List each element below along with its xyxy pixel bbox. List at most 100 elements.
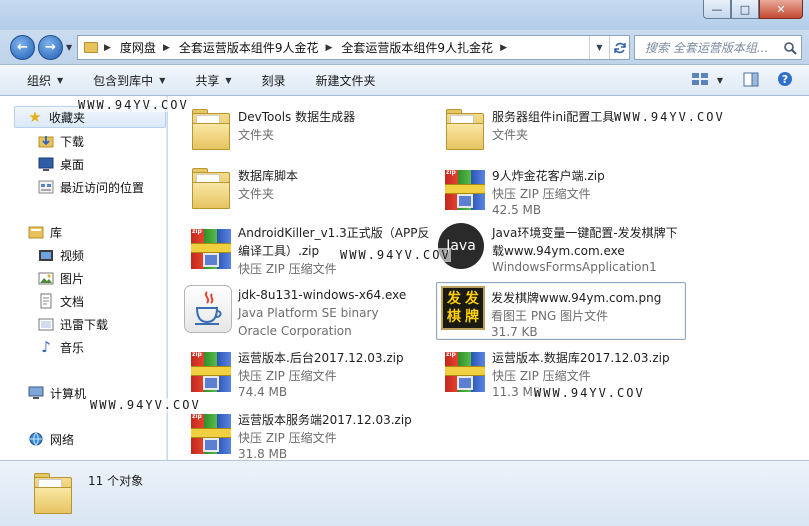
maximize-button[interactable]: □ [731,0,759,19]
chevron-right-icon[interactable]: ▶ [163,43,170,53]
chevron-right-icon[interactable]: ▶ [500,43,507,53]
address-bar-actions: ▼ [589,36,629,59]
search-input[interactable]: 搜索 全套运营版本组... [645,39,779,56]
address-bar[interactable]: ▶ 度网盘 ▶ 全套运营版本组件9人金花 ▶ 全套运营版本组件9人扎金花 ▶ ▼ [77,35,630,60]
new-folder-button[interactable]: 新建文件夹 [316,72,376,89]
file-type: 快压 ZIP 压缩文件 [238,369,337,383]
file-name: 发发棋牌www.94ym.com.png [491,291,662,305]
file-type: Java Platform SE binary [238,306,379,320]
computer-icon [28,385,44,401]
close-button[interactable]: ✕ [759,0,803,19]
chevron-down-icon: ▼ [716,76,723,85]
sidebar-item-desktop[interactable]: 桌面 [38,153,84,175]
forward-button[interactable]: → [38,35,63,60]
file-item[interactable]: Java Java环境变量一键配置-发发棋牌下 载www.94ym.com.exe… [438,220,688,278]
chevron-down-icon: ▼ [57,75,64,85]
sidebar-item-documents[interactable]: 文档 [38,290,84,312]
include-in-library-button[interactable]: 包含到库中 ▼ [93,72,165,89]
sidebar-item-thunder-downloads[interactable]: 迅雷下载 [38,313,108,335]
recent-pages-dropdown[interactable]: ▼ [66,43,72,52]
file-type: 文件夹 [238,128,275,142]
video-library-icon [38,247,54,263]
breadcrumb-root-chevron[interactable]: ▶ [104,43,120,53]
file-type: 快压 ZIP 压缩文件 [492,187,591,201]
watermark-text: WWW.94YV.COV [90,398,201,412]
chevron-right-icon[interactable]: ▶ [326,43,333,53]
watermark-text: WWW.94YV.COV [534,386,645,400]
folder-icon [186,107,234,155]
minimize-button[interactable]: — [703,0,731,19]
chevron-down-icon: ▼ [225,75,232,85]
sidebar-item-music[interactable]: ♪ 音乐 [38,336,84,358]
sidebar-item-downloads[interactable]: 下载 [38,130,84,152]
help-button[interactable]: ? [777,71,793,90]
file-type: 快压 ZIP 压缩文件 [492,369,591,383]
view-options-button[interactable] [691,71,709,90]
file-name: jdk-8u131-windows-x64.exe [238,288,407,302]
navigation-row: ← → ▼ ▶ 度网盘 ▶ 全套运营版本组件9人金花 ▶ 全套运营版本组件9人扎金花… [0,30,809,64]
file-item-selected[interactable]: 发发棋牌 发发棋牌www.94ym.com.png 看图王 PNG 图片文件 3… [436,282,686,340]
folder-icon [84,42,98,53]
sidebar-item-pictures[interactable]: 图片 [38,267,84,289]
watermark-text: WWW.94YV.COV [614,110,725,124]
help-icon: ? [778,72,792,86]
sidebar-item-libraries[interactable]: 库 [28,221,62,243]
file-size: 31.8 MB [238,447,288,461]
address-dropdown-button[interactable]: ▼ [589,36,609,59]
file-item[interactable]: DevTools 数据生成器 文件夹 [184,102,434,160]
breadcrumb-item[interactable]: 度网盘 ▶ [120,39,179,56]
file-item[interactable]: jdk-8u131-windows-x64.exe Java Platform … [184,282,434,340]
network-icon [28,431,44,447]
java-cup-icon [184,285,232,333]
share-button[interactable]: 共享 ▼ [195,72,231,89]
folder-icon [28,471,72,515]
sidebar-item-videos[interactable]: 视频 [38,244,84,266]
file-item[interactable]: zip 9人炸金花客户端.zip 快压 ZIP 压缩文件 42.5 MB [438,161,688,219]
file-name: 数据库脚本 [238,169,299,183]
sidebar-item-computer[interactable]: 计算机 [28,382,86,404]
zip-archive-icon: zip [186,348,234,396]
star-icon: ★ [28,108,42,126]
view-dropdown-button[interactable]: ▼ [717,76,723,85]
search-icon[interactable] [779,36,801,59]
forward-arrow-icon: → [45,40,56,55]
file-type: 文件夹 [492,128,529,142]
organize-button[interactable]: 组织 ▼ [27,72,63,89]
file-type: 快压 ZIP 压缩文件 [238,262,337,276]
file-name: DevTools 数据生成器 [238,110,356,124]
file-name: 服务器组件ini配置工具 [492,110,615,124]
view-tiles-icon [691,73,708,85]
file-name: 9人炸金花客户端.zip [492,169,605,183]
back-arrow-icon: ← [17,40,28,55]
file-name: Java环境变量一键配置-发发棋牌下 载www.94ym.com.exe [492,226,678,258]
refresh-button[interactable] [609,36,629,59]
file-size: 31.7 KB [491,325,538,339]
libraries-icon [28,224,44,240]
file-type: WindowsFormsApplication1 [492,260,657,274]
search-box[interactable]: 搜索 全套运营版本组... [634,35,802,60]
desktop-icon [38,156,54,172]
close-icon: ✕ [776,2,786,16]
file-item[interactable]: 数据库脚本 文件夹 [184,161,434,219]
file-publisher: Oracle Corporation [238,324,352,338]
breadcrumb-item[interactable]: 全套运营版本组件9人扎金花 ▶ [341,39,516,56]
svg-text:?: ? [782,73,788,86]
view-controls: ▼ ? [691,71,793,90]
java-icon: Java [438,223,484,269]
preview-pane-button[interactable] [743,72,759,90]
file-type: 快压 ZIP 压缩文件 [238,431,337,445]
file-item[interactable]: zip 运营版本服务端2017.12.03.zip 快压 ZIP 压缩文件 31… [184,405,434,463]
file-type: 文件夹 [238,187,275,201]
breadcrumb-item[interactable]: 全套运营版本组件9人金花 ▶ [179,39,342,56]
sidebar-item-recent-places[interactable]: 最近访问的位置 [38,176,144,198]
back-button[interactable]: ← [10,35,35,60]
zip-archive-icon: zip [440,348,488,396]
preview-pane-icon [743,72,759,86]
sidebar-item-network[interactable]: 网络 [28,428,74,450]
window-controls: — □ ✕ [703,0,803,19]
burn-button[interactable]: 刻录 [262,72,286,89]
file-size: 42.5 MB [492,203,542,217]
file-item[interactable]: zip 运营版本.后台2017.12.03.zip 快压 ZIP 压缩文件 74… [184,343,434,401]
recent-places-icon [38,179,54,195]
music-note-icon: ♪ [41,338,51,356]
